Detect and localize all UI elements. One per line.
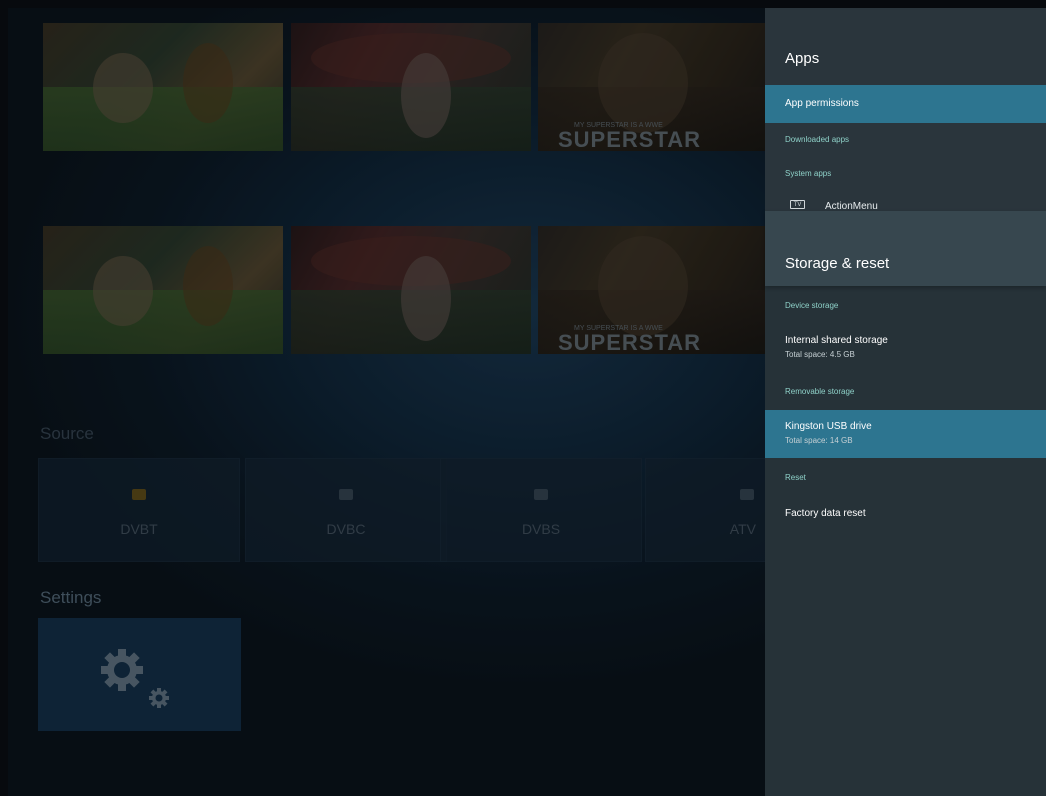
- internal-storage-subtitle: Total space: 4.5 GB: [785, 350, 855, 359]
- downloaded-apps-item[interactable]: Downloaded apps: [765, 126, 1046, 154]
- storage-reset-panel: Storage & reset Device storage Internal …: [765, 211, 1046, 796]
- source-label: DVBT: [120, 521, 158, 537]
- thumbnail-title: SUPERSTAR: [558, 330, 702, 354]
- internal-storage-item[interactable]: Internal shared storage Total space: 4.5…: [765, 329, 1046, 369]
- downloaded-apps-label: Downloaded apps: [785, 135, 850, 144]
- video-thumbnail[interactable]: MY SUPERSTAR IS A WWE SUPERSTAR: [538, 226, 765, 354]
- usb-drive-item[interactable]: Kingston USB drive Total space: 14 GB: [765, 410, 1046, 458]
- usb-drive-title: Kingston USB drive: [785, 421, 872, 432]
- thumbnail-title: SUPERSTAR: [558, 127, 702, 151]
- apps-panel: Apps App permissions Downloaded apps Sys…: [765, 8, 1046, 211]
- source-tile-dvbt[interactable]: DVBT: [38, 458, 240, 562]
- system-apps-item[interactable]: System apps: [765, 160, 1046, 188]
- app-permissions-label: App permissions: [785, 98, 859, 109]
- storage-title: Storage & reset: [785, 255, 890, 272]
- internal-storage-title: Internal shared storage: [785, 335, 888, 346]
- device-storage-category: Device storage: [785, 301, 839, 310]
- source-tile-dvbc[interactable]: DVBC: [245, 458, 447, 562]
- video-thumbnail[interactable]: [291, 23, 531, 151]
- video-thumbnail[interactable]: [43, 23, 283, 151]
- video-thumbnail[interactable]: [43, 226, 283, 354]
- apps-title: Apps: [785, 50, 820, 67]
- source-tile-dvbs[interactable]: DVBS: [440, 458, 642, 562]
- settings-side-panel: Apps App permissions Downloaded apps Sys…: [765, 8, 1046, 796]
- usb-drive-subtitle: Total space: 14 GB: [785, 436, 853, 445]
- factory-reset-label: Factory data reset: [785, 508, 866, 519]
- source-heading: Source: [40, 424, 94, 443]
- source-label: ATV: [729, 521, 756, 537]
- system-apps-label: System apps: [785, 169, 832, 178]
- actionmenu-label: ActionMenu: [825, 201, 878, 211]
- removable-storage-category: Removable storage: [785, 387, 855, 396]
- tv-icon: [339, 489, 353, 500]
- factory-reset-item[interactable]: Factory data reset: [765, 501, 1046, 527]
- tv-screen: MY SUPERSTAR IS A WWE SUPERSTAR MY SUPER…: [8, 8, 1046, 796]
- storage-header: Storage & reset: [765, 211, 1046, 286]
- gear-icon: [101, 649, 169, 708]
- launcher-home: MY SUPERSTAR IS A WWE SUPERSTAR MY SUPER…: [8, 8, 765, 796]
- settings-tile[interactable]: [38, 618, 241, 731]
- source-tile-atv[interactable]: ATV: [645, 458, 765, 562]
- tv-icon: [534, 489, 548, 500]
- source-label: DVBS: [521, 521, 561, 537]
- reset-category: Reset: [785, 473, 806, 482]
- tv-icon: [132, 489, 146, 500]
- video-thumbnail[interactable]: [291, 226, 531, 354]
- antenna-icon: [740, 489, 754, 500]
- source-label: DVBC: [326, 521, 366, 537]
- video-thumbnail[interactable]: MY SUPERSTAR IS A WWE SUPERSTAR: [538, 23, 765, 151]
- actionmenu-app-item[interactable]: ActionMenu: [765, 194, 1046, 211]
- app-permissions-item[interactable]: App permissions: [765, 85, 1046, 123]
- settings-heading: Settings: [40, 588, 102, 607]
